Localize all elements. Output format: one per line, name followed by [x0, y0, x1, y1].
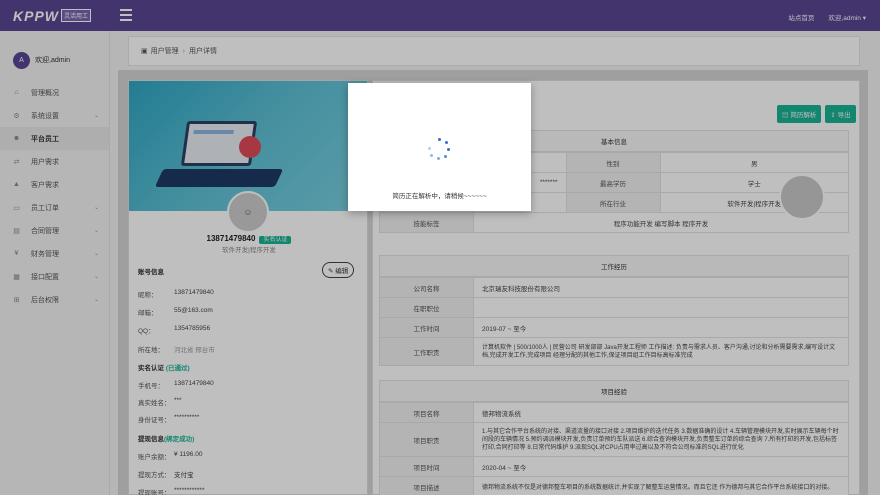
modal-overlay	[0, 0, 880, 495]
loading-message: 简历正在解析中，请稍候~~~~~~	[392, 193, 487, 200]
loading-spinner-icon	[428, 138, 450, 160]
loading-modal: 简历正在解析中，请稍候~~~~~~	[348, 83, 531, 211]
